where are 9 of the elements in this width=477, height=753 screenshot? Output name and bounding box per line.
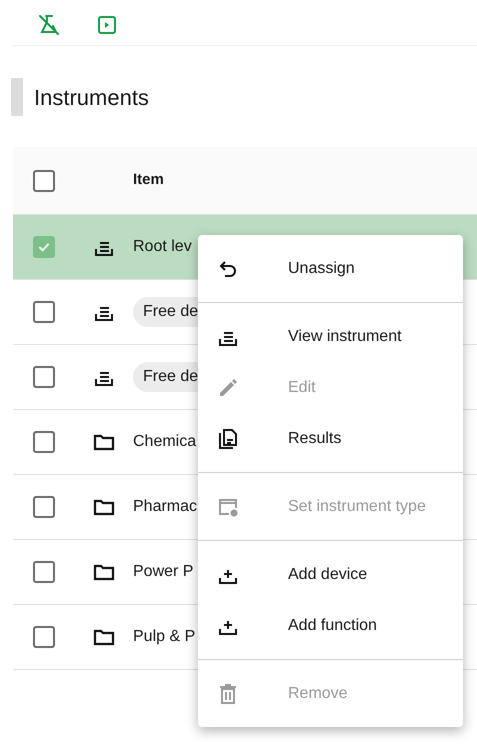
column-header: Item <box>133 170 164 190</box>
item-label: Root lev <box>133 237 192 257</box>
item-label: Pharmac <box>133 497 198 517</box>
item-chip: Free de <box>133 297 198 327</box>
item-label: Chemica <box>133 432 196 452</box>
item-label: Power P <box>133 562 194 582</box>
item-label: Pulp & P <box>133 627 196 647</box>
section-title: Instruments <box>34 84 149 112</box>
item-chip: Free de <box>133 362 198 392</box>
